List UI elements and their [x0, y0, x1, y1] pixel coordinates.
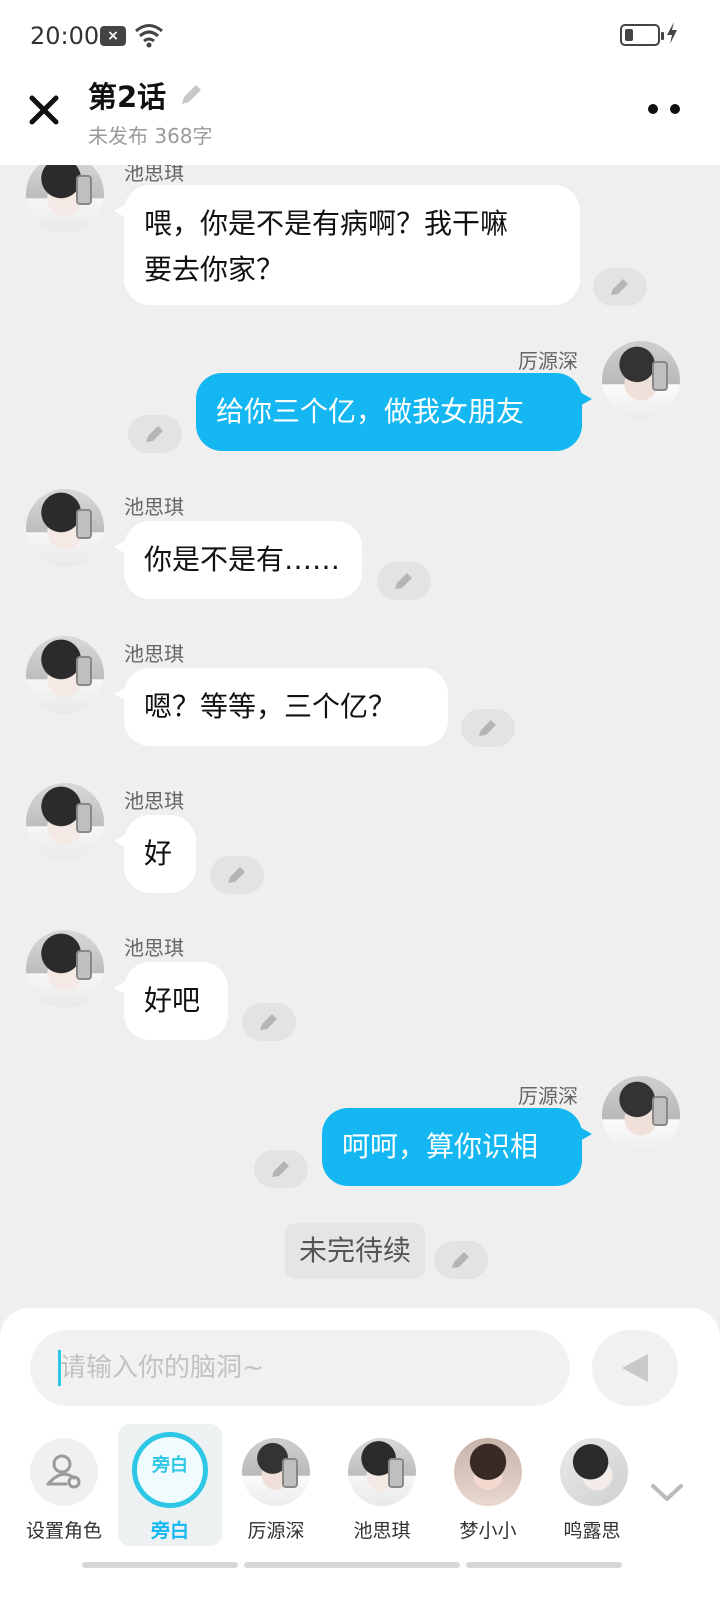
message-line: 喂，你是不是有病啊？我干嘛 [144, 207, 509, 240]
avatar-chisiqi[interactable] [26, 165, 104, 233]
speaker-name: 池思琪 [124, 789, 184, 813]
avatar-chisiqi[interactable] [26, 930, 104, 1008]
close-button[interactable] [22, 88, 66, 132]
role-label: 鸣露思 [563, 1520, 621, 1542]
avatar-chisiqi[interactable] [26, 489, 104, 567]
edit-message-button[interactable] [461, 709, 515, 747]
charging-icon [667, 22, 677, 44]
pencil-icon [611, 279, 628, 295]
message-bubble[interactable]: 呵呵，算你识相 [322, 1108, 592, 1186]
status-bar: 20:00 × [0, 0, 720, 70]
add-character-icon [30, 1438, 98, 1506]
role-liyuanshen[interactable]: 厉源深 [226, 1424, 326, 1546]
narration-bubble[interactable]: 未完待续 [285, 1223, 426, 1279]
publish-status: 未发布 368字 [88, 124, 213, 148]
page-title: 第2话 [88, 80, 167, 114]
role-set-character[interactable]: 设置角色 [14, 1424, 114, 1546]
speaker-name: 池思琪 [124, 165, 184, 185]
edit-message-button[interactable] [254, 1150, 308, 1188]
more-dot-icon [648, 104, 658, 114]
status-time: 20:00 [30, 22, 100, 50]
battery-icon [620, 24, 664, 46]
edit-message-button[interactable] [377, 562, 431, 600]
role-label: 梦小小 [459, 1520, 517, 1542]
notification-icon: × [100, 26, 126, 46]
more-options-button[interactable] [640, 96, 690, 122]
edit-title-icon[interactable] [176, 80, 206, 110]
speaker-name: 池思琪 [124, 642, 184, 666]
message-bubble[interactable]: 好吧 [114, 962, 228, 1040]
role-label: 池思琪 [353, 1520, 411, 1542]
edit-message-button[interactable] [128, 415, 182, 453]
text-caret [58, 1350, 61, 1386]
more-dot-icon [670, 104, 680, 114]
top-bar: 20:00 × 第2话 未发布 368字 [0, 0, 720, 165]
avatar-chisiqi[interactable] [26, 636, 104, 714]
speaker-name: 池思琪 [124, 936, 184, 960]
pencil-icon [272, 1161, 289, 1177]
role-chisiqi[interactable]: 池思琪 [332, 1424, 432, 1546]
send-button[interactable] [592, 1330, 678, 1406]
avatar-mengxiaoxiao [454, 1438, 522, 1506]
avatar-liyuanshen [242, 1438, 310, 1506]
edit-narration-button[interactable] [434, 1241, 488, 1279]
avatar-minglusi [560, 1438, 628, 1506]
chevron-down-icon[interactable] [650, 1480, 684, 1504]
message-bubble[interactable]: 你是不是有…… [114, 521, 362, 599]
speaker-name: 池思琪 [124, 495, 184, 519]
pencil-icon [479, 720, 496, 736]
narration-avatar: 旁白 [132, 1432, 208, 1508]
role-label: 旁白 [150, 1520, 189, 1542]
role-selector: 设置角色 旁白 旁白 厉源深 池思琪 梦小小 鸣露思 [0, 1424, 720, 1554]
pencil-icon [260, 1014, 277, 1030]
send-icon [622, 1354, 648, 1382]
avatar-chisiqi [348, 1438, 416, 1506]
role-mengxiaoxiao[interactable]: 梦小小 [438, 1424, 538, 1546]
role-minglusi[interactable]: 鸣露思 [544, 1424, 644, 1546]
role-label: 厉源深 [247, 1520, 305, 1542]
input-panel: 设置角色 旁白 旁白 厉源深 池思琪 梦小小 鸣露思 [0, 1308, 720, 1600]
message-line: 要去你家？ [144, 253, 285, 286]
edit-message-button[interactable] [593, 268, 647, 306]
pencil-icon [452, 1252, 469, 1268]
role-narration[interactable]: 旁白 旁白 [118, 1424, 222, 1546]
message-bubble[interactable]: 喂，你是不是有病啊？我干嘛 要去你家？ [114, 185, 580, 305]
pencil-icon [146, 426, 163, 442]
role-label: 设置角色 [25, 1520, 102, 1542]
avatar-chisiqi[interactable] [26, 783, 104, 861]
avatar-liyuanshen[interactable] [602, 341, 680, 419]
pencil-icon [395, 573, 412, 589]
story-input[interactable] [30, 1330, 570, 1406]
speaker-name: 厉源深 [518, 1084, 578, 1108]
scroll-indicator [82, 1562, 622, 1568]
message-bubble[interactable]: 好 [114, 815, 196, 893]
message-bubble[interactable]: 给你三个亿，做我女朋友 [196, 373, 592, 451]
chat-area[interactable]: 池思琪 喂，你是不是有病啊？我干嘛 要去你家？ 厉源深 给你三个亿，做我女朋友 … [0, 165, 720, 1310]
pencil-icon [228, 867, 245, 883]
speaker-name: 厉源深 [518, 349, 578, 373]
wifi-icon [135, 24, 163, 48]
avatar-liyuanshen[interactable] [602, 1076, 680, 1154]
edit-message-button[interactable] [210, 856, 264, 894]
edit-message-button[interactable] [242, 1003, 296, 1041]
message-bubble[interactable]: 嗯？等等，三个亿？ [114, 668, 448, 746]
